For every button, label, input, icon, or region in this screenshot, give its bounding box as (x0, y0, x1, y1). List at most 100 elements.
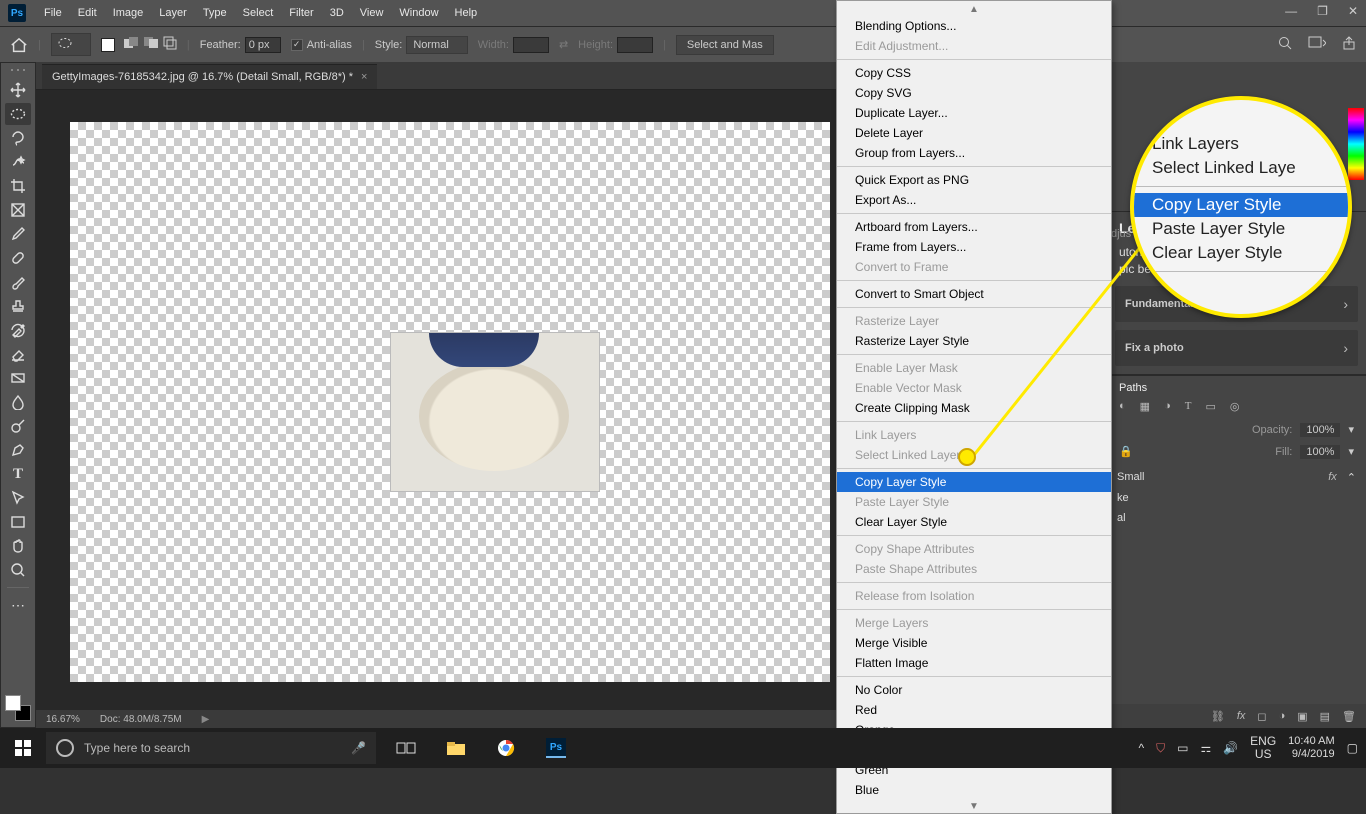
ctx-red[interactable]: Red (837, 700, 1111, 720)
dodge-tool[interactable] (5, 415, 31, 437)
workspace-select-icon[interactable] (1308, 36, 1326, 53)
notifications-icon[interactable]: ▢ (1347, 741, 1358, 755)
mic-icon[interactable]: 🎤 (351, 741, 366, 755)
gradient-tool[interactable] (5, 367, 31, 389)
ctx-flatten-image[interactable]: Flatten Image (837, 653, 1111, 673)
ctx-no-color[interactable]: No Color (837, 680, 1111, 700)
ctx-duplicate-layer[interactable]: Duplicate Layer... (837, 103, 1111, 123)
status-menu-icon[interactable]: ▶ (202, 714, 210, 725)
healing-tool[interactable] (5, 247, 31, 269)
hue-strip[interactable] (1348, 108, 1364, 180)
crop-tool[interactable] (5, 175, 31, 197)
hand-tool[interactable] (5, 535, 31, 557)
mode-add-icon[interactable] (123, 36, 139, 53)
ctx-blending-options[interactable]: Blending Options... (837, 16, 1111, 36)
rectangle-tool[interactable] (5, 511, 31, 533)
fx-icon[interactable]: fx (1237, 710, 1246, 722)
opacity-value[interactable]: 100% (1300, 423, 1340, 437)
eraser-tool[interactable] (5, 343, 31, 365)
adjustment-icon[interactable]: ◑ (1279, 710, 1286, 722)
menu-window[interactable]: Window (391, 3, 446, 23)
task-view-icon[interactable] (384, 728, 428, 768)
move-tool[interactable] (5, 79, 31, 101)
ctx-convert-to-smart-object[interactable]: Convert to Smart Object (837, 284, 1111, 304)
close-tab-icon[interactable]: × (361, 71, 367, 83)
ctx-artboard-from-layers[interactable]: Artboard from Layers... (837, 217, 1111, 237)
layer-row[interactable]: al (1107, 508, 1366, 528)
ctx-delete-layer[interactable]: Delete Layer (837, 123, 1111, 143)
ctx-rasterize-layer-style[interactable]: Rasterize Layer Style (837, 331, 1111, 351)
ctx-merge-visible[interactable]: Merge Visible (837, 633, 1111, 653)
type-tool[interactable]: T (5, 463, 31, 485)
filter-type-icon[interactable]: T (1185, 400, 1192, 413)
menu-file[interactable]: File (36, 3, 70, 23)
filter-adjust-icon[interactable]: ◑ (1164, 400, 1171, 413)
pen-tool[interactable] (5, 439, 31, 461)
menu-help[interactable]: Help (447, 3, 486, 23)
menu-type[interactable]: Type (195, 3, 235, 23)
ctx-frame-from-layers[interactable]: Frame from Layers... (837, 237, 1111, 257)
history-brush-tool[interactable] (5, 319, 31, 341)
antialias-checkbox[interactable]: ✓ (291, 39, 303, 51)
ctx-copy-svg[interactable]: Copy SVG (837, 83, 1111, 103)
filter-kind-icon[interactable]: ◐ (1119, 400, 1126, 413)
menu-filter[interactable]: Filter (281, 3, 321, 23)
taskbar-clock[interactable]: 10:40 AM 9/4/2019 (1288, 735, 1334, 760)
document-canvas[interactable] (70, 122, 830, 682)
feather-input[interactable] (245, 37, 281, 53)
filter-pixel-icon[interactable]: ▦ (1140, 400, 1150, 413)
search-icon[interactable] (1278, 36, 1292, 53)
security-icon[interactable]: ⛉ (1156, 741, 1165, 756)
lang-indicator-2[interactable]: US (1250, 748, 1276, 761)
ctx-blue[interactable]: Blue (837, 780, 1111, 800)
chevron-down-icon[interactable]: ▾ (1348, 445, 1354, 458)
style-select[interactable]: Normal (406, 36, 467, 54)
wifi-icon[interactable]: ⚎ (1200, 741, 1211, 755)
ctx-export-as[interactable]: Export As... (837, 190, 1111, 210)
photoshop-taskbar-icon[interactable]: Ps (534, 728, 578, 768)
taskbar-search[interactable]: Type here to search 🎤 (46, 732, 376, 764)
mode-new-icon[interactable] (101, 38, 115, 52)
group-icon[interactable]: ▣ (1297, 710, 1307, 723)
frame-tool[interactable] (5, 199, 31, 221)
menu-select[interactable]: Select (235, 3, 282, 23)
fx-badge[interactable]: fx (1328, 471, 1337, 483)
ctx-copy-layer-style[interactable]: Copy Layer Style (837, 472, 1111, 492)
fill-value[interactable]: 100% (1300, 445, 1340, 459)
battery-icon[interactable]: ▭ (1177, 741, 1188, 755)
volume-icon[interactable]: 🔊 (1223, 741, 1238, 755)
mode-subtract-icon[interactable] (143, 36, 159, 53)
ctx-group-from-layers[interactable]: Group from Layers... (837, 143, 1111, 163)
menu-view[interactable]: View (352, 3, 392, 23)
home-icon[interactable] (10, 37, 28, 53)
zoom-readout[interactable]: 16.67% (46, 714, 80, 725)
link-layers-icon[interactable]: ⛓ (1211, 710, 1225, 723)
trash-icon[interactable]: 🗑 (1342, 710, 1356, 723)
layer-row[interactable]: Smallfx⌃ (1107, 467, 1366, 488)
edit-toolbar-icon[interactable]: ⋯ (5, 594, 31, 616)
share-icon[interactable] (1342, 36, 1356, 53)
eyedropper-tool[interactable] (5, 223, 31, 245)
ctx-clear-layer-style[interactable]: Clear Layer Style (837, 512, 1111, 532)
ctx-quick-export-as-png[interactable]: Quick Export as PNG (837, 170, 1111, 190)
ctx-create-clipping-mask[interactable]: Create Clipping Mask (837, 398, 1111, 418)
file-explorer-icon[interactable] (434, 728, 478, 768)
select-and-mask-button[interactable]: Select and Mas (676, 35, 774, 55)
lock-icon[interactable]: 🔒 (1119, 445, 1133, 458)
menu-scroll-icon[interactable]: ▲ (837, 3, 1111, 16)
chevron-down-icon[interactable]: ▾ (1348, 423, 1354, 436)
menu-3d[interactable]: 3D (322, 3, 352, 23)
blur-tool[interactable] (5, 391, 31, 413)
brush-tool[interactable] (5, 271, 31, 293)
lasso-tool[interactable] (5, 127, 31, 149)
menu-image[interactable]: Image (105, 3, 152, 23)
document-tab[interactable]: GettyImages-76185342.jpg @ 16.7% (Detail… (42, 64, 377, 89)
ctx-copy-css[interactable]: Copy CSS (837, 63, 1111, 83)
learn-card-fix[interactable]: Fix a photo› (1115, 330, 1358, 366)
mask-icon[interactable]: ◻ (1257, 710, 1266, 723)
stamp-tool[interactable] (5, 295, 31, 317)
marquee-shape-select[interactable] (51, 33, 91, 56)
tray-overflow-icon[interactable]: ^ (1138, 741, 1144, 755)
path-select-tool[interactable] (5, 487, 31, 509)
marquee-tool[interactable] (5, 103, 31, 125)
